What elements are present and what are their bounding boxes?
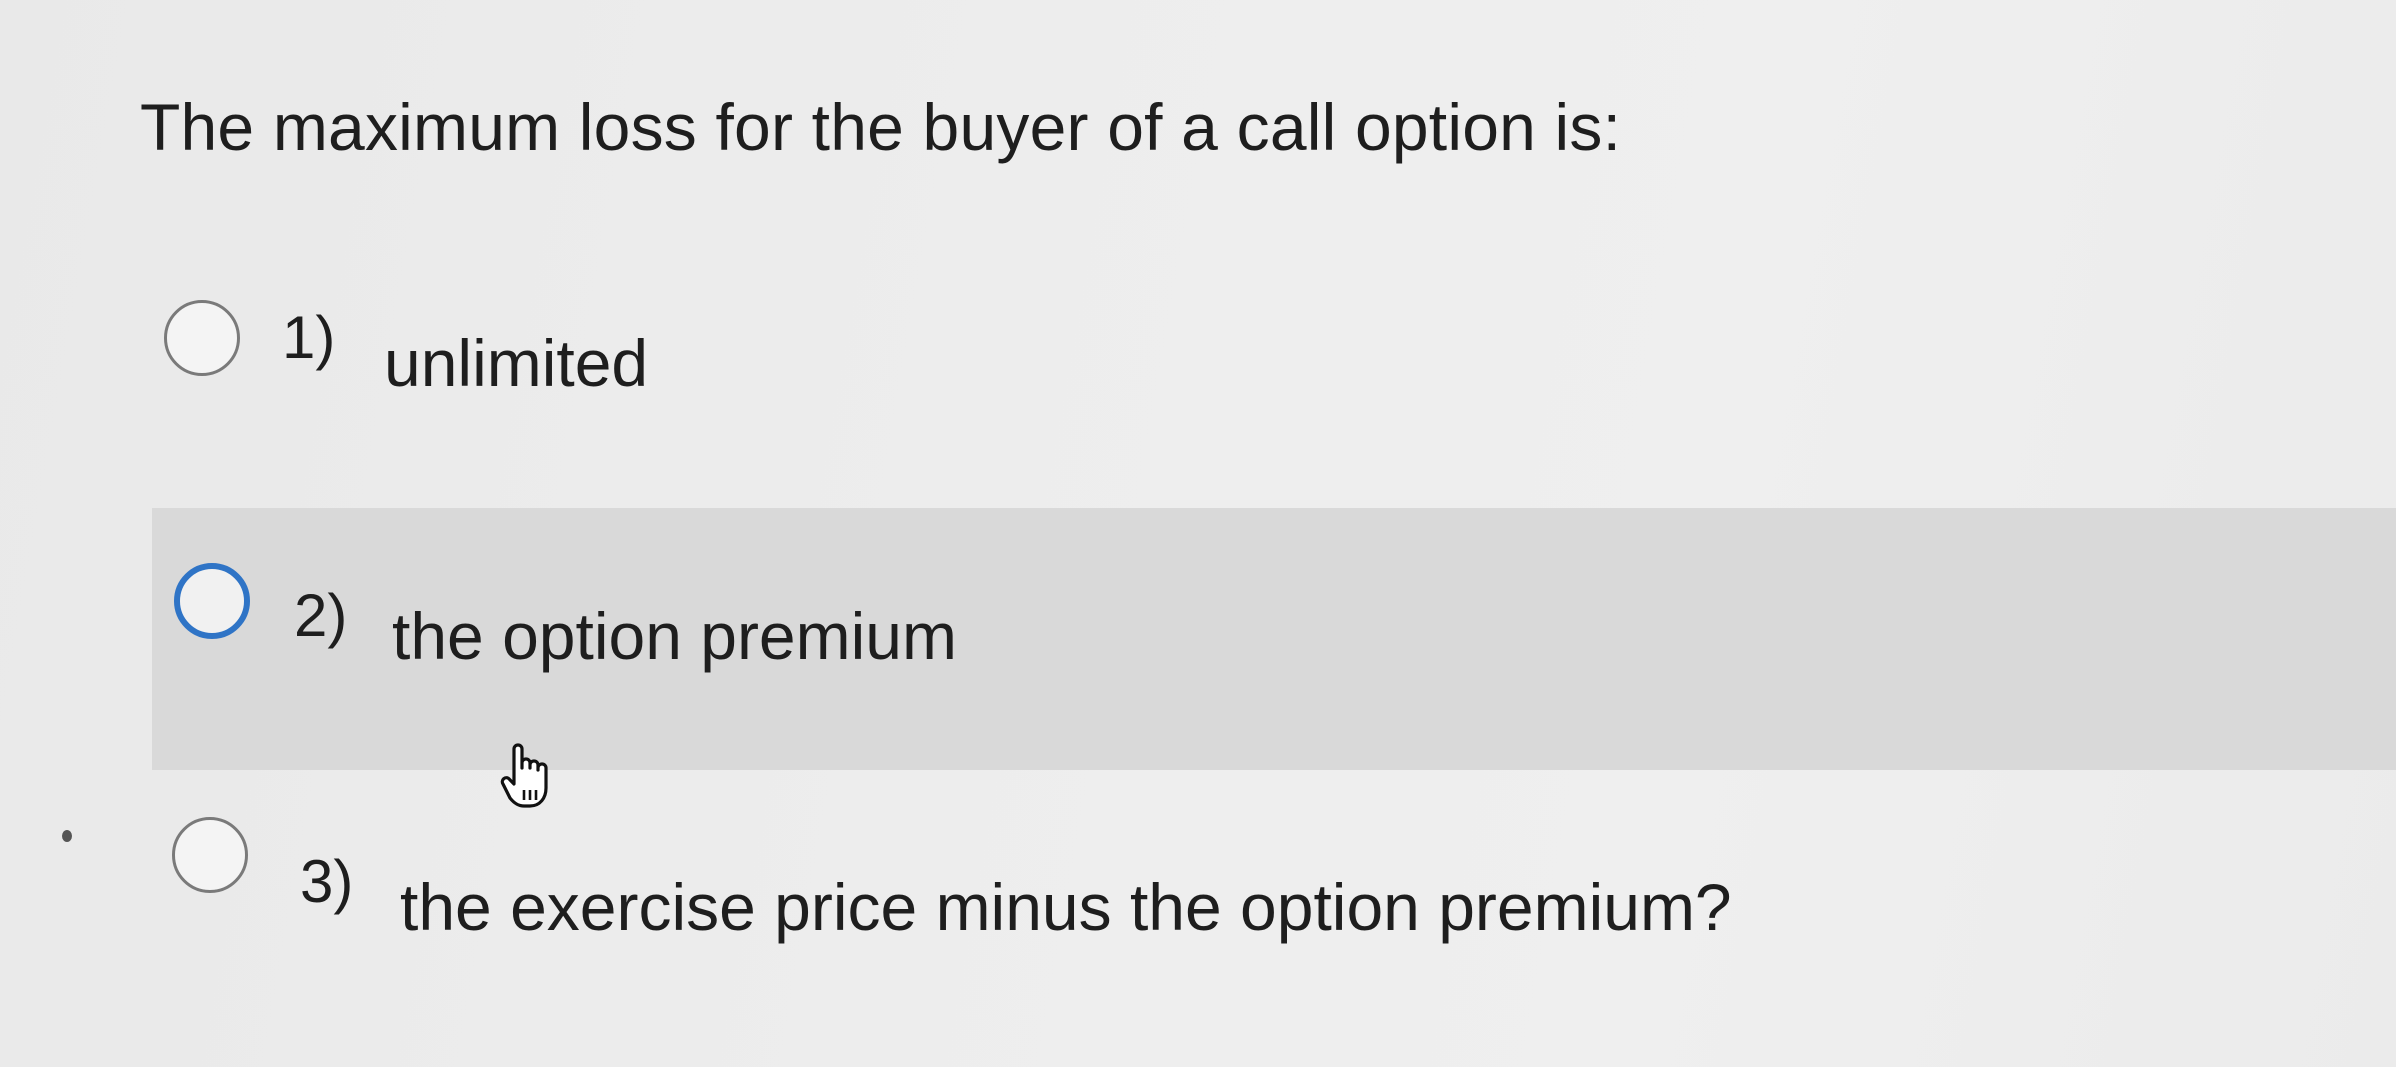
option-3-number: 3) <box>300 848 354 915</box>
option-3-label: the exercise price minus the option prem… <box>400 870 1732 944</box>
answer-option-2[interactable]: 2) the option premium <box>152 508 2396 770</box>
answer-option-1[interactable]: 1) unlimited <box>152 300 2396 430</box>
answer-option-3[interactable]: 3) the exercise price minus the option p… <box>152 800 2396 970</box>
radio-button-option-3[interactable] <box>172 817 248 893</box>
option-2-label: the option premium <box>392 599 957 673</box>
radio-button-option-2[interactable] <box>174 563 250 639</box>
option-2-number: 2) <box>294 582 348 649</box>
question-text: The maximum loss for the buyer of a call… <box>140 90 1622 164</box>
hand-pointer-icon <box>500 743 548 808</box>
screen-speck <box>62 830 72 842</box>
option-1-number: 1) <box>282 304 336 371</box>
radio-button-option-1[interactable] <box>164 300 240 376</box>
option-1-label: unlimited <box>384 326 649 400</box>
